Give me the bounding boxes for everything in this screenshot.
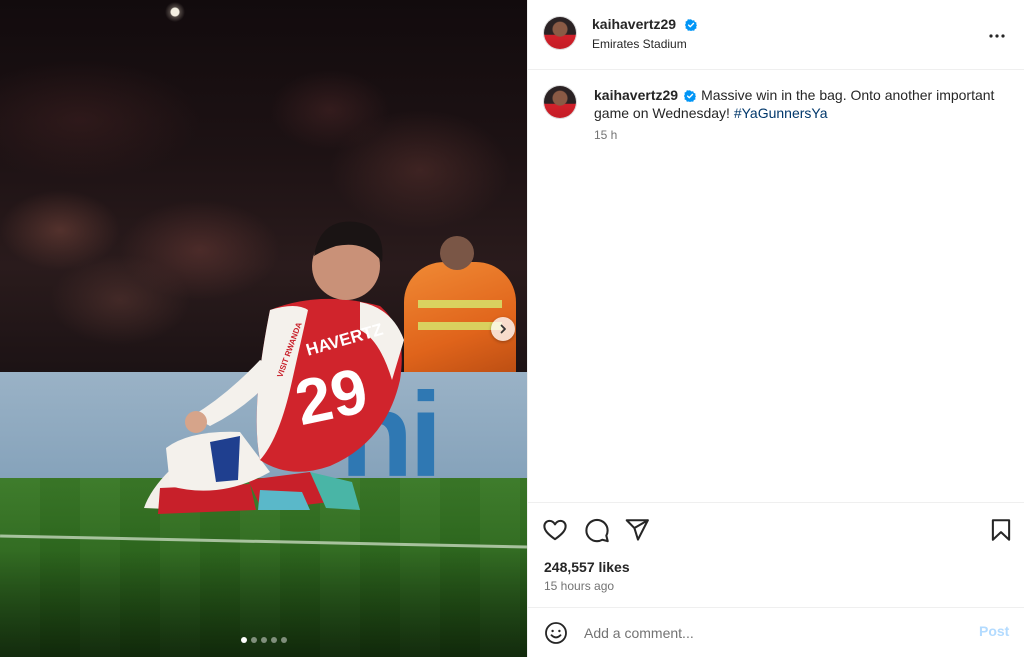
post-side-panel: kaihavertz29 Emirates Stadium kaihavertz… <box>527 0 1024 657</box>
carousel-next-button[interactable] <box>491 317 515 341</box>
post-media[interactable]: hi HAVERTZ 29 VISIT RWANDA <box>0 0 527 657</box>
caption-hashtag[interactable]: #YaGunnersYa <box>734 105 828 121</box>
comment-icon[interactable] <box>584 517 610 543</box>
carousel-dot <box>260 637 267 643</box>
chevron-right-icon <box>500 324 506 334</box>
caption-author-avatar[interactable] <box>544 86 576 118</box>
heart-icon[interactable] <box>542 517 568 543</box>
comment-input[interactable] <box>584 622 964 644</box>
carousel-dot <box>280 637 287 643</box>
action-bar: 248,557 likes 15 hours ago <box>528 502 1024 607</box>
author-avatar[interactable] <box>544 17 576 49</box>
post-comment-button[interactable]: Post <box>979 623 1009 639</box>
bookmark-icon[interactable] <box>988 517 1014 543</box>
share-icon[interactable] <box>624 517 650 543</box>
carousel-dot <box>250 637 257 643</box>
smiley-icon[interactable] <box>544 621 568 645</box>
player-knee-slide: HAVERTZ 29 VISIT RWANDA <box>144 221 404 514</box>
more-options-icon[interactable] <box>985 24 1009 48</box>
carousel-dot <box>270 637 277 643</box>
verified-badge-icon <box>684 19 697 31</box>
author-row: kaihavertz29 <box>592 16 697 34</box>
caption-timestamp[interactable]: 15 h <box>594 128 617 142</box>
verified-badge-icon <box>684 90 697 102</box>
jersey-number: 29 <box>289 354 374 439</box>
post-location[interactable]: Emirates Stadium <box>592 37 687 51</box>
author-username[interactable]: kaihavertz29 <box>592 16 676 32</box>
comment-bar: Post <box>528 607 1024 657</box>
posted-time[interactable]: 15 hours ago <box>544 579 614 593</box>
caption-username[interactable]: kaihavertz29 <box>594 87 678 103</box>
post-header: kaihavertz29 Emirates Stadium <box>528 0 1024 70</box>
post-caption: kaihavertz29 Massive win in the bag. Ont… <box>594 86 1004 122</box>
carousel-dot <box>240 637 247 643</box>
likes-count[interactable]: 248,557 likes <box>544 559 630 575</box>
instagram-post: hi HAVERTZ 29 VISIT RWANDA kaihavertz29 … <box>0 0 1024 657</box>
carousel-indicator <box>0 637 527 643</box>
caption-section: kaihavertz29 Massive win in the bag. Ont… <box>528 70 1024 502</box>
